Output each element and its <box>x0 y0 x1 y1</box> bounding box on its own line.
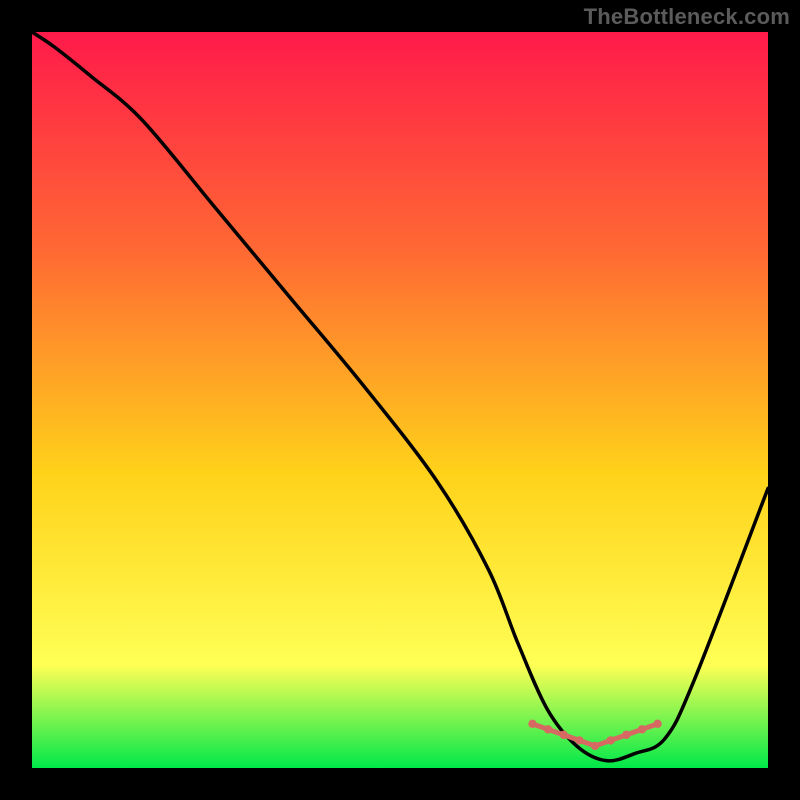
chart-frame: TheBottleneck.com <box>0 0 800 800</box>
watermark-text: TheBottleneck.com <box>584 4 790 30</box>
flat-marker-dot <box>653 720 661 728</box>
plot-background <box>32 32 768 768</box>
chart-svg <box>0 0 800 800</box>
